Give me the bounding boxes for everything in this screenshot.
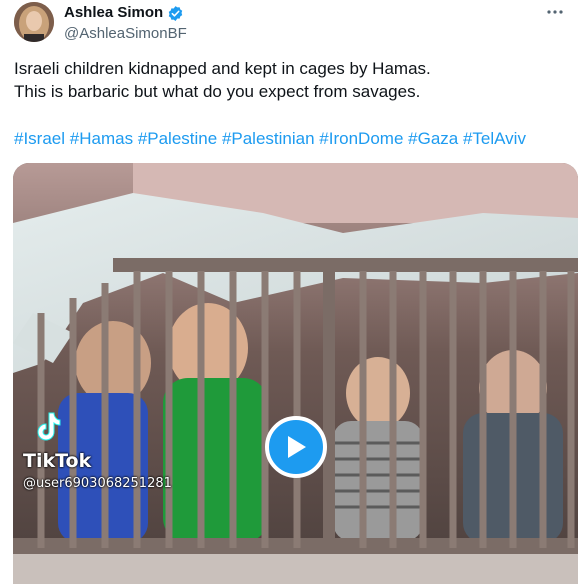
- tiktok-logo-icon: [35, 411, 61, 446]
- tiktok-brand: TikTok: [23, 450, 92, 472]
- hashtag-irondome[interactable]: #IronDome: [319, 129, 403, 148]
- tiktok-username: @user6903068251281: [23, 476, 172, 491]
- video-player[interactable]: TikTok @user6903068251281: [13, 163, 578, 584]
- hashtag-palestinian[interactable]: #Palestinian: [222, 129, 315, 148]
- hashtag-palestine[interactable]: #Palestine: [138, 129, 217, 148]
- play-button[interactable]: [265, 416, 327, 478]
- tweet-line: Israeli children kidnapped and kept in c…: [14, 59, 431, 78]
- verified-badge-icon: [167, 5, 184, 22]
- play-icon: [288, 436, 306, 458]
- user-handle[interactable]: @AshleaSimonBF: [64, 24, 187, 44]
- hashtag-gaza[interactable]: #Gaza: [408, 129, 458, 148]
- tweet-author: Ashlea Simon @AshleaSimonBF: [64, 3, 187, 44]
- hashtag-israel[interactable]: #Israel: [14, 129, 65, 148]
- avatar-image: [14, 2, 54, 42]
- hashtag-list: #Israel #Hamas #Palestine #Palestinian #…: [14, 127, 569, 150]
- tweet-line: This is barbaric but what do you expect …: [14, 82, 421, 101]
- avatar[interactable]: [14, 2, 54, 42]
- hashtag-hamas[interactable]: #Hamas: [70, 129, 133, 148]
- video-frame: [13, 163, 578, 584]
- hashtag-telaviv[interactable]: #TelAviv: [463, 129, 526, 148]
- display-name[interactable]: Ashlea Simon: [64, 3, 163, 23]
- more-options-icon[interactable]: [542, 2, 568, 22]
- tweet-text: Israeli children kidnapped and kept in c…: [14, 57, 564, 103]
